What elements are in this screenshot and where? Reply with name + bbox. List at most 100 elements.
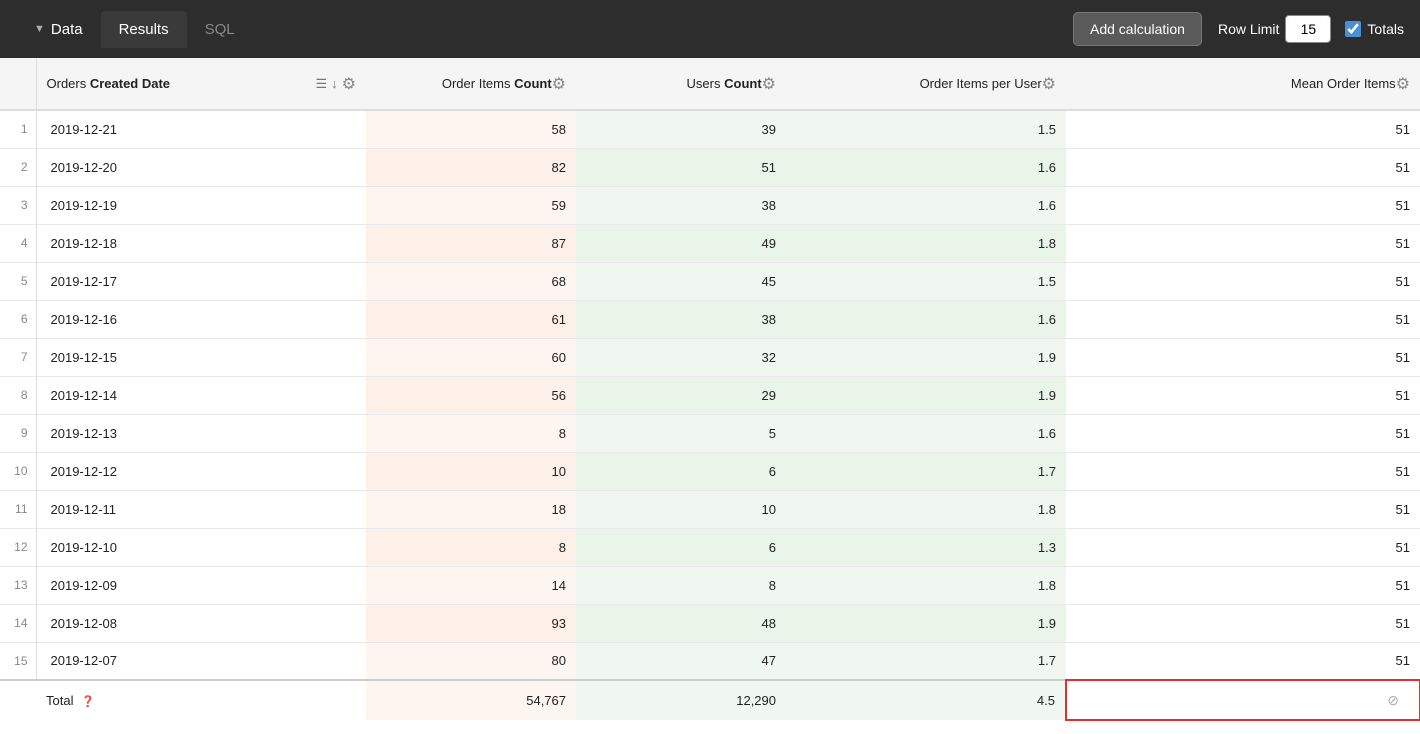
cell-users-count: 47 [576, 642, 786, 680]
cell-users-count: 38 [576, 186, 786, 224]
th-date: Orders Created Date ☰ ↓ ⚙ [36, 58, 366, 110]
cell-users-count: 38 [576, 300, 786, 338]
cell-date: 2019-12-09 [36, 566, 366, 604]
total-rownum [0, 680, 36, 720]
gear-icon[interactable]: ⚙ [552, 74, 566, 94]
cell-users-count: 51 [576, 148, 786, 186]
cell-users-count: 49 [576, 224, 786, 262]
table-header-row: Orders Created Date ☰ ↓ ⚙ Order Items Co… [0, 58, 1420, 110]
cell-mean: 51 [1066, 376, 1420, 414]
cell-per-user: 1.9 [786, 376, 1066, 414]
cell-order-count: 80 [366, 642, 576, 680]
table-row: 7 2019-12-15 60 32 1.9 51 [0, 338, 1420, 376]
cell-date: 2019-12-17 [36, 262, 366, 300]
total-users-count: 12,290 [576, 680, 786, 720]
cell-date: 2019-12-10 [36, 528, 366, 566]
cell-date: 2019-12-11 [36, 490, 366, 528]
table-row: 11 2019-12-11 18 10 1.8 51 [0, 490, 1420, 528]
cell-per-user: 1.9 [786, 338, 1066, 376]
chevron-down-icon: ▼ [34, 23, 45, 35]
cell-mean: 51 [1066, 262, 1420, 300]
cell-order-count: 93 [366, 604, 576, 642]
th-users-count: Users Count ⚙ [576, 58, 786, 110]
th-rownum [0, 58, 36, 110]
toolbar: ▼ Data Results SQL Add calculation Row L… [0, 0, 1420, 58]
table-row: 8 2019-12-14 56 29 1.9 51 [0, 376, 1420, 414]
cell-rownum: 14 [0, 604, 36, 642]
cell-per-user: 1.5 [786, 110, 1066, 148]
tab-sql[interactable]: SQL [187, 11, 253, 48]
cell-rownum: 6 [0, 300, 36, 338]
total-per-user: 4.5 [786, 680, 1066, 720]
row-limit-input[interactable] [1285, 15, 1331, 43]
cell-mean: 51 [1066, 490, 1420, 528]
cell-per-user: 1.7 [786, 642, 1066, 680]
tab-results-label: Results [119, 21, 169, 38]
total-order-count: 54,767 [366, 680, 576, 720]
gear-icon[interactable]: ⚙ [342, 74, 356, 94]
gear-icon[interactable]: ⚙ [1396, 74, 1410, 94]
cell-mean: 51 [1066, 224, 1420, 262]
cell-order-count: 8 [366, 414, 576, 452]
cell-order-count: 60 [366, 338, 576, 376]
table-row: 14 2019-12-08 93 48 1.9 51 [0, 604, 1420, 642]
cell-users-count: 48 [576, 604, 786, 642]
app-container: ▼ Data Results SQL Add calculation Row L… [0, 0, 1420, 734]
tab-data[interactable]: ▼ Data [16, 11, 101, 48]
totals-checkbox[interactable] [1345, 21, 1361, 37]
cell-users-count: 5 [576, 414, 786, 452]
table-row: 2 2019-12-20 82 51 1.6 51 [0, 148, 1420, 186]
cell-date: 2019-12-19 [36, 186, 366, 224]
cell-per-user: 1.8 [786, 490, 1066, 528]
cell-rownum: 15 [0, 642, 36, 680]
row-limit-group: Row Limit [1218, 15, 1331, 43]
th-date-icons: ☰ ↓ ⚙ [316, 74, 357, 94]
cell-mean: 51 [1066, 528, 1420, 566]
null-icon: ⊘ [1387, 692, 1399, 709]
totals-label: Totals [1367, 21, 1404, 37]
cell-mean: 51 [1066, 110, 1420, 148]
cell-rownum: 7 [0, 338, 36, 376]
cell-per-user: 1.8 [786, 566, 1066, 604]
cell-rownum: 9 [0, 414, 36, 452]
table-row: 6 2019-12-16 61 38 1.6 51 [0, 300, 1420, 338]
cell-order-count: 14 [366, 566, 576, 604]
cell-per-user: 1.8 [786, 224, 1066, 262]
cell-date: 2019-12-21 [36, 110, 366, 148]
table-row: 9 2019-12-13 8 5 1.6 51 [0, 414, 1420, 452]
add-calculation-button[interactable]: Add calculation [1073, 12, 1202, 46]
cell-date: 2019-12-14 [36, 376, 366, 414]
total-label: Total ❓ [36, 680, 366, 720]
cell-date: 2019-12-15 [36, 338, 366, 376]
cell-date: 2019-12-12 [36, 452, 366, 490]
cell-mean: 51 [1066, 452, 1420, 490]
cell-mean: 51 [1066, 338, 1420, 376]
tab-results[interactable]: Results [101, 11, 187, 48]
cell-users-count: 6 [576, 528, 786, 566]
th-order-count: Order Items Count ⚙ [366, 58, 576, 110]
table-row: 3 2019-12-19 59 38 1.6 51 [0, 186, 1420, 224]
cell-rownum: 10 [0, 452, 36, 490]
filter-icon[interactable]: ☰ [316, 76, 328, 92]
cell-date: 2019-12-13 [36, 414, 366, 452]
gear-icon[interactable]: ⚙ [1042, 74, 1056, 94]
gear-icon[interactable]: ⚙ [762, 74, 776, 94]
cell-per-user: 1.9 [786, 604, 1066, 642]
cell-date: 2019-12-08 [36, 604, 366, 642]
cell-users-count: 32 [576, 338, 786, 376]
sort-desc-icon[interactable]: ↓ [331, 76, 338, 91]
cell-users-count: 39 [576, 110, 786, 148]
cell-date: 2019-12-18 [36, 224, 366, 262]
tab-sql-label: SQL [205, 21, 235, 38]
cell-rownum: 8 [0, 376, 36, 414]
cell-order-count: 10 [366, 452, 576, 490]
cell-order-count: 18 [366, 490, 576, 528]
cell-date: 2019-12-16 [36, 300, 366, 338]
cell-per-user: 1.6 [786, 186, 1066, 224]
cell-order-count: 58 [366, 110, 576, 148]
th-order-count-label: Order Items Count [442, 76, 552, 91]
cell-per-user: 1.6 [786, 414, 1066, 452]
cell-order-count: 82 [366, 148, 576, 186]
cell-per-user: 1.7 [786, 452, 1066, 490]
cell-users-count: 6 [576, 452, 786, 490]
